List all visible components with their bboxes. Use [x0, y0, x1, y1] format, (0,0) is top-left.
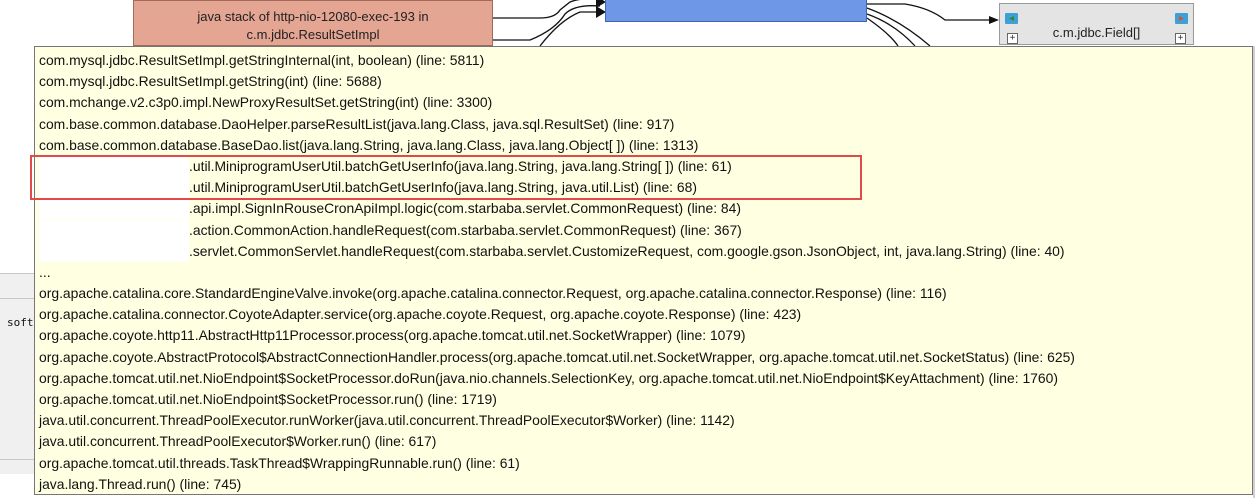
redacted-area: [39, 155, 189, 177]
redacted-area: [39, 240, 189, 262]
expand-right-button[interactable]: +: [1175, 33, 1186, 44]
stack-frame: ...: [39, 262, 1252, 283]
stack-frame-text: com.mysql.jdbc.ResultSetImpl.getStringIn…: [39, 52, 485, 68]
stack-frame: .api.impl.SignInRouseCronApiImpl.logic(c…: [39, 198, 1252, 220]
stack-frame-text: com.mysql.jdbc.ResultSetImpl.getString(i…: [39, 73, 382, 90]
java-stack-node-line-1: java stack of http-nio-12080-exec-193 in: [197, 9, 429, 24]
stack-frame-text: org.apache.coyote.http11.AbstractHttp11P…: [39, 327, 746, 344]
redacted-area: [39, 198, 189, 220]
stack-frame: com.mysql.jdbc.ResultSetImpl.getString(i…: [39, 71, 1252, 92]
stack-frame-text: .servlet.CommonServlet.handleRequest(com…: [189, 242, 1065, 259]
java-stack-node[interactable]: java stack of http-nio-12080-exec-193 in…: [133, 0, 493, 46]
arrow-right-icon: [1175, 13, 1188, 24]
stack-frame-text: java.util.concurrent.ThreadPoolExecutor$…: [39, 433, 437, 450]
arrow-left-icon: [1005, 13, 1018, 24]
stack-frame: com.mchange.v2.c3p0.impl.NewProxyResultS…: [39, 92, 1252, 113]
panel-text: soft: [7, 316, 34, 329]
stack-frame: .util.MiniprogramUserUtil.batchGetUserIn…: [39, 177, 1252, 199]
stack-frame-text: org.apache.tomcat.util.net.NioEndpoint$S…: [39, 369, 1058, 386]
stack-frame-text: org.apache.tomcat.util.threads.TaskThrea…: [39, 454, 520, 471]
stack-frame-list: com.mysql.jdbc.ResultSetImpl.getStringIn…: [35, 47, 1252, 494]
redacted-area: [39, 219, 189, 241]
stack-frame: com.mysql.jdbc.ResultSetImpl.getStringIn…: [39, 50, 1252, 71]
graph-node-blue[interactable]: [605, 0, 867, 22]
stack-frame: org.apache.catalina.core.StandardEngineV…: [39, 283, 1252, 304]
stack-frame-text: com.base.common.database.BaseDao.list(ja…: [39, 136, 699, 153]
stack-frame: org.apache.coyote.http11.AbstractHttp11P…: [39, 325, 1252, 346]
stack-frame-text: ...: [39, 263, 51, 280]
stack-frame-text: com.base.common.database.DaoHelper.parse…: [39, 115, 675, 132]
stack-frame: java.lang.Thread.run() (line: 745): [39, 474, 1252, 494]
stack-frame-text: java.lang.Thread.run() (line: 745): [39, 475, 242, 492]
stack-frame: org.apache.tomcat.util.threads.TaskThrea…: [39, 453, 1252, 474]
stack-frame: com.base.common.database.DaoHelper.parse…: [39, 114, 1252, 135]
stack-frame-text: org.apache.catalina.connector.CoyoteAdap…: [39, 306, 802, 323]
stack-frame: org.apache.catalina.connector.CoyoteAdap…: [39, 304, 1252, 325]
stack-frame: org.apache.tomcat.util.net.NioEndpoint$S…: [39, 389, 1252, 410]
stack-frame: .servlet.CommonServlet.handleRequest(com…: [39, 240, 1252, 262]
stack-frame: java.util.concurrent.ThreadPoolExecutor$…: [39, 431, 1252, 452]
stack-frame-text: com.mchange.v2.c3p0.impl.NewProxyResultS…: [39, 94, 493, 111]
expand-left-button[interactable]: +: [1007, 33, 1018, 44]
redacted-area: [39, 177, 189, 199]
stack-frame: java.util.concurrent.ThreadPoolExecutor.…: [39, 410, 1252, 431]
stack-frame: com.base.common.database.BaseDao.list(ja…: [39, 135, 1252, 156]
stack-frame-text: org.apache.catalina.core.StandardEngineV…: [39, 285, 947, 302]
stack-frame-text: org.apache.coyote.AbstractProtocol$Abstr…: [39, 348, 1075, 365]
java-stack-node-line-2: c.m.jdbc.ResultSetImpl: [246, 27, 380, 42]
stack-frame: org.apache.tomcat.util.net.NioEndpoint$S…: [39, 368, 1252, 389]
stack-trace-tooltip: com.mysql.jdbc.ResultSetImpl.getStringIn…: [34, 46, 1253, 495]
stack-frame-text: org.apache.tomcat.util.net.NioEndpoint$S…: [39, 391, 497, 407]
stack-frame: .util.MiniprogramUserUtil.batchGetUserIn…: [39, 155, 1252, 177]
stack-frame-text: java.util.concurrent.ThreadPoolExecutor.…: [39, 412, 735, 429]
stack-frame: .action.CommonAction.handleRequest(com.s…: [39, 219, 1252, 241]
field-array-node-label: c.m.jdbc.Field[]: [1052, 25, 1141, 40]
stack-frame: org.apache.coyote.AbstractProtocol$Abstr…: [39, 347, 1252, 368]
field-array-node[interactable]: c.m.jdbc.Field[] + +: [999, 3, 1194, 45]
